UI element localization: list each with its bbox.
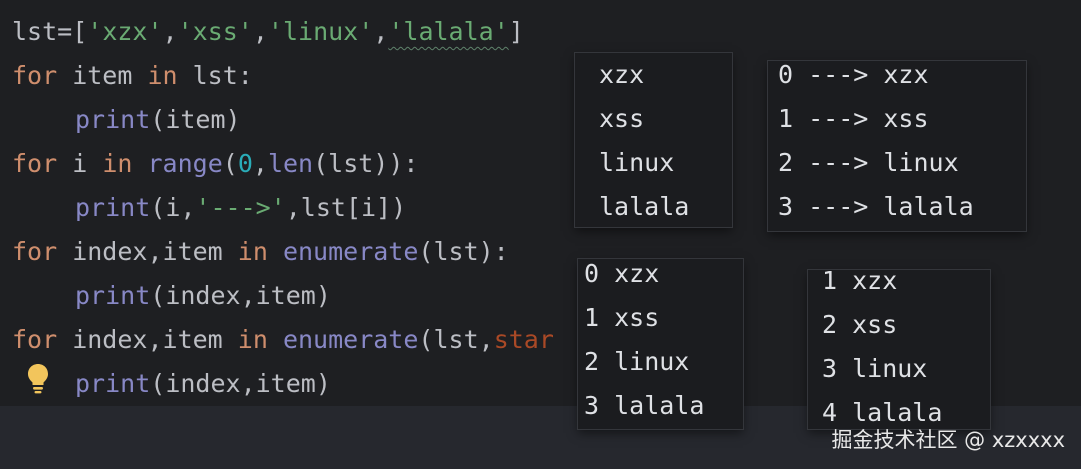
output-panel-simple-loop: xzx xss linux lalala [575,53,732,227]
output-line: 0 xzx [584,259,660,288]
code-text: (i, [150,193,196,222]
string-literal: 'xss' [177,17,253,46]
code-text: ,lst[i]) [285,193,407,222]
builtin-function: print [75,105,151,134]
output-line: xzx [599,60,645,89]
lightbulb-icon[interactable] [26,362,50,394]
code-text: i [57,149,103,178]
watermark: 掘金技术社区 @ xzxxxx [831,428,1065,452]
output-line: 2 linux [584,347,690,376]
code-line-1[interactable]: lst=['xzx','xss','linux','lalala'] [12,10,524,54]
code-text: (lst): [418,237,509,266]
output-line: xss [599,104,645,133]
code-line-5[interactable]: print(i,'--->',lst[i]) [75,186,406,230]
code-text: (lst)): [313,149,419,178]
code-text: (index,item) [150,369,331,398]
output-panel-range-loop: 0 ---> xzx 1 ---> xss 2 ---> linux 3 ---… [768,60,1026,231]
string-literal: 'xzx' [87,17,163,46]
keyword: in [237,237,268,266]
output-line: lalala [599,192,690,221]
code-text: , [252,149,268,178]
builtin-function: range [147,149,223,178]
builtin-function: print [75,369,151,398]
output-panel-enumerate: 0 xzx 1 xss 2 linux 3 lalala [578,259,743,429]
output-line: 0 ---> xzx [778,60,929,89]
builtin-function: len [267,149,314,178]
code-line-8[interactable]: for index,item in enumerate(lst,star [12,318,554,362]
keyword: in [147,61,178,90]
code-line-2[interactable]: for item in lst: [12,54,253,98]
code-text: (item) [150,105,241,134]
code-line-9[interactable]: print(index,item) [75,362,331,406]
code-line-7[interactable]: print(index,item) [75,274,331,318]
output-line: 3 lalala [584,391,705,420]
keyword-argument: star [493,325,554,354]
code-text: , [373,17,389,46]
code-text: lst=[ [12,17,88,46]
output-line: linux [599,148,675,177]
builtin-function: enumerate [282,325,419,354]
code-text: index,item [57,237,238,266]
code-line-3[interactable]: print(item) [75,98,241,142]
code-text: ] [508,17,524,46]
output-line: 2 ---> linux [778,148,959,177]
code-line-6[interactable]: for index,item in enumerate(lst): [12,230,509,274]
code-text: ( [222,149,238,178]
keyword: for [12,325,58,354]
code-text: (index,item) [150,281,331,310]
builtin-function: enumerate [282,237,419,266]
number-literal: 0 [237,149,253,178]
builtin-function: print [75,281,151,310]
keyword: in [102,149,133,178]
output-line: 1 ---> xss [778,104,929,133]
code-text: item [57,61,148,90]
keyword: for [12,237,58,266]
code-text: , [252,17,268,46]
keyword: in [237,325,268,354]
output-line: 1 xzx [822,266,898,295]
keyword: for [12,149,58,178]
keyword: for [12,61,58,90]
string-literal: 'linux' [267,17,374,46]
output-line: 1 xss [584,303,660,332]
code-text: lst: [177,61,253,90]
code-text: , [162,17,178,46]
code-text: (lst, [418,325,494,354]
output-line: 3 ---> lalala [778,192,974,221]
code-line-4[interactable]: for i in range(0,len(lst)): [12,142,418,186]
string-literal-typo-warning[interactable]: 'lalala' [388,17,508,46]
builtin-function: print [75,193,151,222]
output-panel-enumerate-start: 1 xzx 2 xss 3 linux 4 lalala [808,266,990,429]
output-line: 3 linux [822,354,928,383]
code-text: index,item [57,325,238,354]
output-line: 2 xss [822,310,898,339]
string-literal: '--->' [195,193,286,222]
